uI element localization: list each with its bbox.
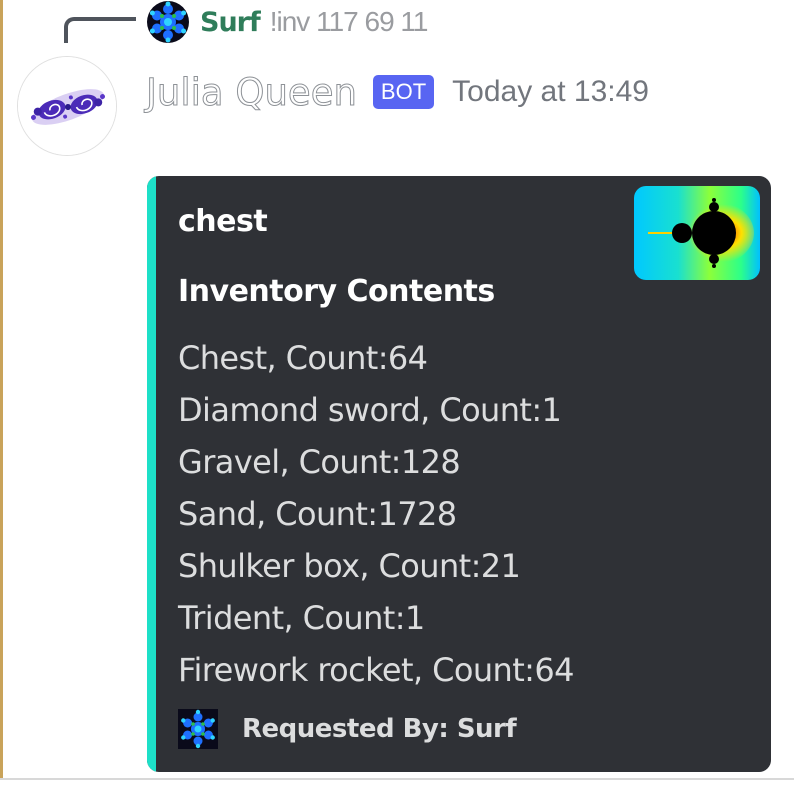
inventory-item: Chest, Count:64 xyxy=(178,339,428,377)
embed-footer-text: Requested By: Surf xyxy=(242,714,517,744)
inventory-item: Firework rocket, Count:64 xyxy=(178,651,574,689)
snowflake-fractal-footer-icon xyxy=(178,709,218,749)
embed-footer: Requested By: Surf xyxy=(178,708,517,750)
message-header: Julia Queen BOT Today at 13:49 xyxy=(146,64,649,120)
inventory-item: Sand, Count:1728 xyxy=(178,495,457,533)
left-edge-rule xyxy=(0,0,3,778)
inventory-embed: chest Inventory Contents Chest, Count:64… xyxy=(147,176,771,772)
snowflake-fractal-avatar-icon[interactable] xyxy=(146,0,190,44)
julia-set-avatar[interactable] xyxy=(17,56,117,156)
inventory-item: Shulker box, Count:21 xyxy=(178,547,521,585)
inventory-item: Trident, Count:1 xyxy=(178,599,425,637)
message-timestamp: Today at 13:49 xyxy=(452,75,649,108)
bot-author-name[interactable]: Julia Queen xyxy=(146,70,358,114)
inventory-item: Diamond sword, Count:1 xyxy=(178,391,562,429)
reply-author-name[interactable]: Surf xyxy=(200,7,261,38)
inventory-list: Chest, Count:64 Diamond sword, Count:1 G… xyxy=(178,332,574,696)
reply-command-text[interactable]: !inv 117 69 11 xyxy=(270,6,429,38)
inventory-item: Gravel, Count:128 xyxy=(178,443,461,481)
mandelbrot-thumbnail-icon[interactable] xyxy=(634,186,760,280)
bot-badge: BOT xyxy=(372,75,435,109)
embed-accent-bar xyxy=(147,176,156,772)
embed-field-name: Inventory Contents xyxy=(178,274,495,309)
reply-reference[interactable]: Surf !inv 117 69 11 xyxy=(146,0,429,44)
reply-connector-line xyxy=(64,17,136,43)
embed-title: chest xyxy=(178,204,268,239)
